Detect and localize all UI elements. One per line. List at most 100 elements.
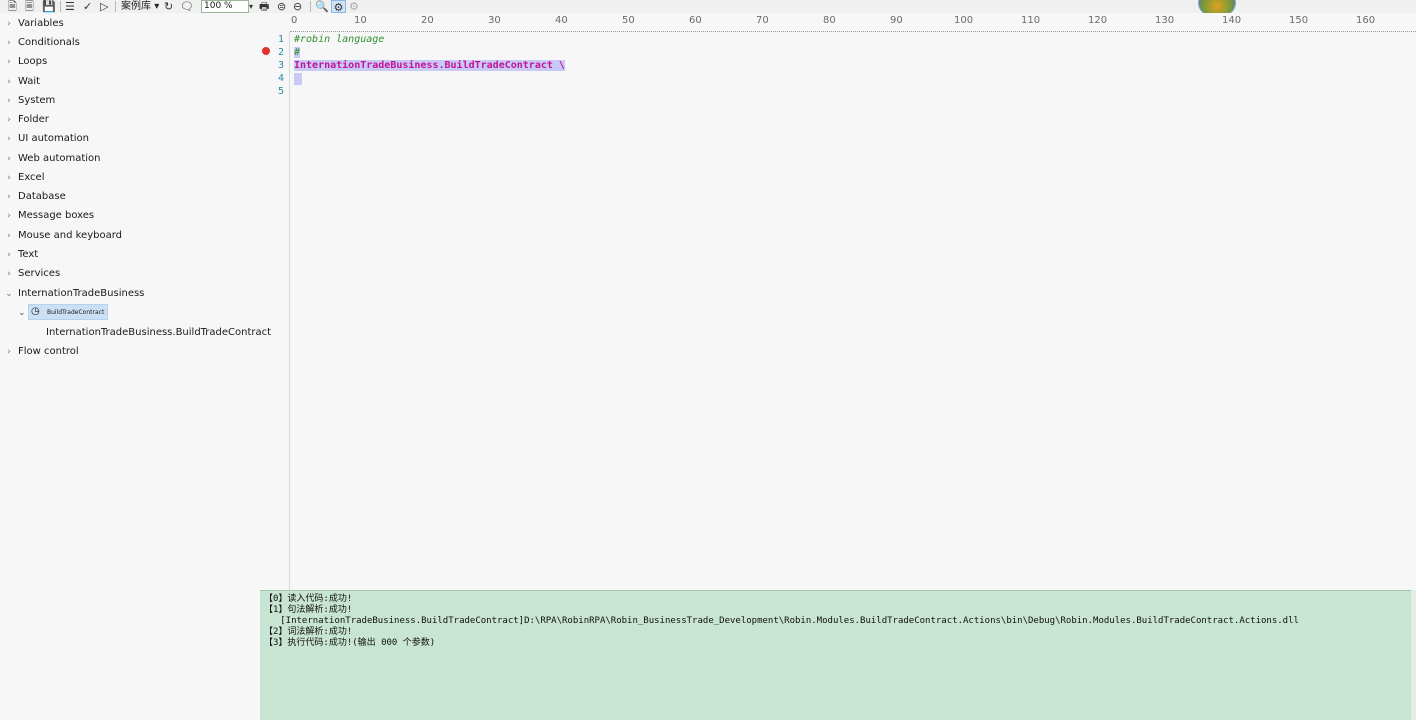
sidebar-item-label: Database	[18, 191, 66, 202]
toolbar: 🗎 🗏 💾 ☰ ✓ ▷ 案例库 ▾ ↻ 🗨 100 % ▾ 🖶 ⊜ ⊖ 🔍 ⚙ …	[0, 0, 1416, 13]
toolbar-separator	[60, 1, 61, 12]
ruler-tick: 50	[622, 15, 635, 26]
ruler-tick: 150	[1289, 15, 1309, 26]
chevron-right-icon: ›	[7, 347, 11, 357]
ruler-tick: 140	[1222, 15, 1242, 26]
code-line[interactable]: #robin language	[294, 34, 384, 46]
list-icon[interactable]: ☰	[65, 0, 75, 13]
avatar[interactable]	[1198, 0, 1236, 13]
check-icon[interactable]: ✓	[83, 0, 92, 13]
output-scrollbar[interactable]	[1411, 590, 1416, 720]
ruler-tick: 100	[954, 15, 974, 26]
chevron-right-icon: ›	[7, 192, 11, 202]
chevron-right-icon: ›	[7, 173, 11, 183]
chevron-right-icon: ›	[7, 231, 11, 241]
open-file-icon[interactable]: 🗏	[25, 0, 34, 13]
zoom-field[interactable]: 100 %	[201, 0, 249, 13]
minus-circle-icon[interactable]: ⊖	[293, 0, 302, 13]
chevron-right-icon: ›	[7, 134, 11, 144]
output-panel[interactable]: 【0】读入代码:成功! 【1】句法解析:成功! [InternationTrad…	[260, 590, 1416, 720]
sidebar-item-label: System	[18, 95, 56, 106]
run-icon[interactable]: ▷	[100, 0, 108, 13]
ruler-tick: 120	[1088, 15, 1108, 26]
sidebar-item-label: Conditionals	[18, 37, 80, 48]
selection-highlight	[294, 73, 302, 85]
line-number: 1	[277, 34, 284, 45]
output-line: 【3】执行代码:成功!(输出 000 个参数)	[264, 638, 436, 648]
line-number: 5	[277, 86, 284, 97]
chevron-right-icon: ›	[7, 19, 11, 29]
chevron-down-icon: ⌄	[5, 289, 13, 299]
stop-icon[interactable]: ⊜	[277, 0, 286, 13]
search-icon[interactable]: 🔍	[315, 0, 329, 13]
ruler-tick: 30	[488, 15, 501, 26]
chevron-down-icon: ▾	[154, 1, 160, 12]
chevron-right-icon: ›	[7, 77, 11, 87]
save-icon[interactable]: 💾	[42, 0, 56, 13]
ruler-tick: 10	[354, 15, 367, 26]
toolbar-separator	[310, 1, 311, 12]
chevron-right-icon: ›	[7, 57, 11, 67]
ruler-tick: 110	[1021, 15, 1041, 26]
tree-leaf-buildtradecontract[interactable]: InternationTradeBusiness.BuildTradeContr…	[46, 326, 271, 340]
comment-icon[interactable]: 🗨	[180, 0, 194, 13]
line-number: 3	[277, 60, 284, 71]
code-line[interactable]: InternationTradeBusiness.BuildTradeContr…	[294, 60, 565, 72]
sidebar-item-label: Web automation	[18, 153, 101, 164]
ruler-tick: 80	[823, 15, 836, 26]
output-line: 【0】读入代码:成功!	[264, 594, 353, 604]
line-number: 2	[277, 47, 284, 58]
sidebar-item-label: Wait	[18, 76, 41, 87]
chevron-down-icon[interactable]: ⌄	[18, 307, 26, 319]
chevron-right-icon: ›	[7, 96, 11, 106]
output-line: [InternationTradeBusiness.BuildTradeCont…	[264, 616, 1299, 626]
clock-icon: ◷	[31, 306, 40, 317]
breakpoint-icon[interactable]	[262, 47, 270, 55]
ruler-tick: 0	[291, 15, 298, 26]
library-dropdown[interactable]: 案例库 ▾	[121, 0, 159, 13]
toolbar-separator	[115, 1, 116, 12]
sidebar-item-label: Text	[18, 249, 39, 260]
chevron-right-icon: ›	[7, 269, 11, 279]
ruler-tick: 60	[689, 15, 702, 26]
action-tree-sidebar: › Variables › Conditionals › Loops › Wai…	[0, 13, 271, 720]
new-file-icon[interactable]: 🗎	[8, 0, 17, 13]
ruler-tick: 90	[890, 15, 903, 26]
chevron-right-icon: ›	[7, 154, 11, 164]
code-line-text: InternationTradeBusiness.BuildTradeContr…	[294, 60, 565, 71]
ruler-tick: 40	[555, 15, 568, 26]
ruler-tick: 70	[756, 15, 769, 26]
sidebar-item-label: UI automation	[18, 133, 89, 144]
tree-node-buildtradecontract[interactable]: ◷ BuildTradeContract	[28, 304, 108, 320]
library-label: 案例库	[121, 1, 151, 12]
sidebar-item-label: Loops	[18, 56, 48, 67]
ruler-tick: 130	[1155, 15, 1175, 26]
sidebar-item-label: InternationTradeBusiness	[18, 288, 145, 299]
sidebar-item-label: Variables	[18, 18, 64, 29]
sidebar-item-label: Flow control	[18, 346, 79, 357]
zoom-dropdown-icon[interactable]: ▾	[249, 0, 253, 13]
code-line-text: #	[294, 47, 301, 58]
chevron-right-icon: ›	[7, 250, 11, 260]
output-line: 【2】词法解析:成功!	[264, 627, 353, 637]
refresh-icon[interactable]: ↻	[164, 0, 173, 13]
ruler-tick: 20	[421, 15, 434, 26]
tree-node-label: BuildTradeContract	[47, 309, 105, 316]
sidebar-item-label: Message boxes	[18, 210, 95, 221]
sidebar-item-label: Folder	[18, 114, 49, 125]
sidebar-item-label: Services	[18, 268, 61, 279]
line-number: 4	[277, 73, 284, 84]
run-debug-icon[interactable]: ⚙	[331, 0, 346, 13]
chevron-right-icon: ›	[7, 211, 11, 221]
ruler-tick: 160	[1356, 15, 1376, 26]
sidebar-item-label: Excel	[18, 172, 45, 183]
code-line[interactable]: #	[294, 47, 301, 59]
gutter-divider	[289, 32, 290, 590]
print-icon[interactable]: 🖶	[259, 0, 269, 13]
sidebar-item-label: Mouse and keyboard	[18, 230, 122, 241]
output-line: 【1】句法解析:成功!	[264, 605, 353, 615]
chevron-right-icon: ›	[7, 38, 11, 48]
column-ruler: 0 10 20 30 40 50 60 70 80 90 100 110 120…	[290, 13, 1416, 32]
chevron-right-icon: ›	[7, 115, 11, 125]
disabled-icon: ⚙	[349, 0, 359, 13]
